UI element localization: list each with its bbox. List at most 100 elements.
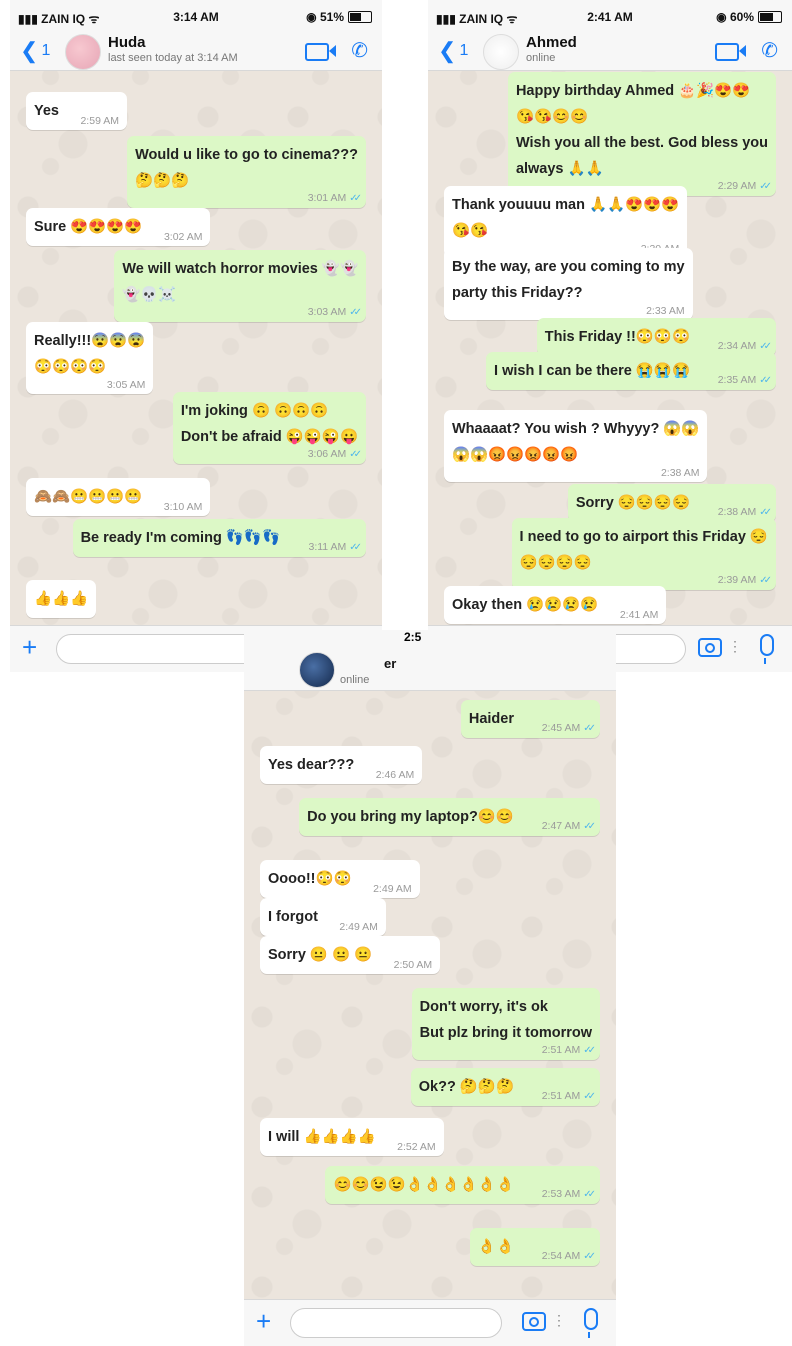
read-receipt-icon: ✓✓	[583, 1189, 596, 1200]
read-receipt-icon: ✓✓	[583, 723, 596, 734]
read-receipt-icon: ✓✓	[759, 341, 772, 352]
message-text: Don't worry, it's ok But plz bring it to…	[419, 999, 592, 1041]
timestamp-text: 2:50 AM	[393, 959, 433, 971]
incoming-message[interactable]: Oooo!!😳😳 2:49 AM	[260, 860, 420, 898]
message-timestamp: 2:38 AM	[661, 467, 700, 479]
timestamp-text: 2:54 AM	[541, 1250, 581, 1262]
separator-dots-icon: ⋮	[552, 1312, 566, 1328]
timestamp-text: 3:06 AM	[307, 448, 347, 460]
message-text: Whaaaat? You wish ? Whyyy? 😱😱 😱😱😡😡😡😡😡	[452, 421, 700, 463]
message-timestamp: 2:33 AM	[646, 305, 685, 317]
read-receipt-icon: ✓✓	[349, 449, 362, 460]
message-text: I will 👍👍👍👍	[268, 1129, 376, 1145]
camera-icon[interactable]	[522, 1312, 546, 1331]
outgoing-message[interactable]: This Friday !!😳😳😳 2:34 AM ✓✓	[536, 318, 776, 356]
battery-indicator: ◉ 60%	[716, 10, 782, 24]
message-text: Sorry 😔😔😔😔	[575, 495, 690, 511]
outgoing-message[interactable]: Don't worry, it's ok But plz bring it to…	[411, 988, 600, 1060]
message-text: Yes dear???	[268, 757, 355, 773]
incoming-message[interactable]: Yes dear??? 2:46 AM	[260, 746, 423, 784]
message-timestamp: 2:46 AM	[376, 769, 415, 781]
read-receipt-icon: ✓✓	[759, 375, 772, 386]
message-timestamp: 2:59 AM	[80, 115, 119, 127]
avatar[interactable]	[483, 34, 519, 70]
message-timestamp: 2:35 AM ✓✓	[718, 374, 772, 387]
outgoing-message[interactable]: We will watch horror movies 👻👻 👻💀☠️ 3:03 …	[114, 250, 366, 322]
video-call-icon[interactable]	[715, 43, 747, 61]
read-receipt-icon: ✓✓	[759, 507, 772, 518]
outgoing-message[interactable]: Be ready I'm coming 👣👣👣 3:11 AM ✓✓	[72, 519, 366, 557]
back-button[interactable]: ❮ 1	[438, 38, 468, 64]
incoming-message[interactable]: Sure 😍😍😍😍 3:02 AM	[26, 208, 211, 246]
incoming-message[interactable]: Whaaaat? You wish ? Whyyy? 😱😱 😱😱😡😡😡😡😡 2:3…	[444, 410, 708, 482]
outgoing-message[interactable]: Do you bring my laptop?😊😊 2:47 AM ✓✓	[299, 798, 600, 836]
timestamp-text: 2:34 AM	[717, 340, 757, 352]
status-bar: ▮▮▮ ZAIN IQ ᯤ 3:14 AM ◉ 51%	[10, 0, 382, 34]
plus-icon[interactable]: +	[22, 632, 37, 663]
timestamp-text: 2:49 AM	[339, 921, 378, 933]
timestamp-text: 3:10 AM	[163, 501, 203, 513]
outgoing-message[interactable]: Ok?? 🤔🤔🤔 2:51 AM ✓✓	[410, 1068, 600, 1106]
timestamp-text: 2:39 AM	[717, 574, 757, 586]
video-call-icon[interactable]	[305, 43, 337, 61]
message-text: By the way, are you coming to my party t…	[452, 259, 685, 301]
battery-indicator: ◉ 51%	[306, 10, 372, 24]
contact-status: last seen today at 3:14 AM	[108, 52, 238, 64]
incoming-message[interactable]: Sorry 😐 😐 😐 2:50 AM	[260, 936, 441, 974]
timestamp-text: 2:53 AM	[541, 1188, 581, 1200]
incoming-message[interactable]: By the way, are you coming to my party t…	[444, 248, 693, 320]
avatar[interactable]	[65, 34, 101, 70]
message-timestamp: 3:10 AM	[164, 501, 203, 513]
message-text: Really!!!😨😨😨 😳😳😳😳	[34, 333, 146, 375]
plus-icon[interactable]: +	[256, 1306, 271, 1337]
outgoing-message[interactable]: I wish I can be there 😭😭😭 2:35 AM ✓✓	[486, 352, 776, 390]
battery-percent: ◉ 51%	[306, 10, 344, 24]
back-button[interactable]: ❮ 1	[20, 38, 50, 64]
outgoing-message[interactable]: Happy birthday Ahmed 🎂🎉😍😍 😘😘😊😊 Wish you …	[507, 72, 776, 196]
contact-name[interactable]: Ahmed	[526, 34, 577, 51]
contact-name[interactable]: Huda	[108, 34, 146, 51]
message-timestamp: 2:29 AM ✓✓	[718, 180, 772, 193]
timestamp-text: 3:05 AM	[106, 379, 146, 391]
message-input[interactable]	[56, 634, 268, 664]
message-text: Haider	[468, 711, 514, 727]
timestamp-text: 2:51 AM	[541, 1044, 581, 1056]
outgoing-message[interactable]: Sorry 😔😔😔😔 2:38 AM ✓✓	[567, 484, 776, 522]
contact-name[interactable]: er	[384, 656, 396, 671]
incoming-message[interactable]: Yes 2:59 AM	[26, 92, 127, 130]
incoming-message[interactable]: 👍👍👍	[26, 580, 97, 618]
incoming-message[interactable]: Really!!!😨😨😨 😳😳😳😳 3:05 AM	[26, 322, 154, 394]
unread-count: 1	[41, 42, 51, 59]
phone-icon[interactable]: ✆	[761, 38, 778, 63]
incoming-message[interactable]: 🙈🙈😬😬😬😬 3:10 AM	[26, 478, 211, 516]
outgoing-message[interactable]: 😊😊😉😉👌👌👌👌👌👌 2:53 AM ✓✓	[325, 1166, 600, 1204]
message-input[interactable]	[290, 1308, 502, 1338]
contact-status: online	[340, 674, 370, 686]
outgoing-message[interactable]: I'm joking 🙃 🙃🙃🙃 Don't be afraid 😜😜😜😛 3:0…	[172, 392, 366, 464]
message-timestamp: 3:02 AM	[164, 231, 203, 243]
avatar[interactable]	[299, 652, 335, 688]
microphone-icon[interactable]	[760, 634, 774, 664]
incoming-message[interactable]: Okay then 😢😢😢😢 2:41 AM	[444, 586, 667, 624]
message-text: Thank youuuu man 🙏🙏😍😍😍 😘😘	[452, 197, 680, 239]
outgoing-message[interactable]: Haider 2:45 AM ✓✓	[460, 700, 600, 738]
timestamp-text: 2:38 AM	[660, 467, 700, 479]
status-bar: ▮▮▮ ZAIN IQ ᯤ 2:41 AM ◉ 60%	[428, 0, 792, 34]
timestamp-text: 3:11 AM	[308, 541, 347, 553]
message-timestamp: 2:45 AM ✓✓	[542, 722, 596, 735]
phone-icon[interactable]: ✆	[351, 38, 368, 63]
microphone-icon[interactable]	[584, 1308, 598, 1338]
message-text: Oooo!!😳😳	[268, 871, 352, 887]
message-text: This Friday !!😳😳😳	[544, 329, 690, 345]
message-text: Sorry 😐 😐 😐	[268, 947, 373, 963]
outgoing-message[interactable]: 👌👌 2:54 AM ✓✓	[469, 1228, 600, 1266]
incoming-message[interactable]: I will 👍👍👍👍 2:52 AM	[260, 1118, 444, 1156]
message-timestamp: 2:51 AM ✓✓	[542, 1090, 596, 1103]
camera-icon[interactable]	[698, 638, 722, 657]
outgoing-message[interactable]: I need to go to airport this Friday 😔 😔😔…	[511, 518, 776, 590]
chat-header: er online 2:5	[244, 630, 616, 691]
message-timestamp: 2:41 AM	[620, 609, 659, 621]
outgoing-message[interactable]: Would u like to go to cinema??? 🤔🤔🤔 3:01 …	[127, 136, 366, 208]
incoming-message[interactable]: I forgot 2:49 AM	[260, 898, 386, 936]
timestamp-text: 2:46 AM	[375, 769, 415, 781]
